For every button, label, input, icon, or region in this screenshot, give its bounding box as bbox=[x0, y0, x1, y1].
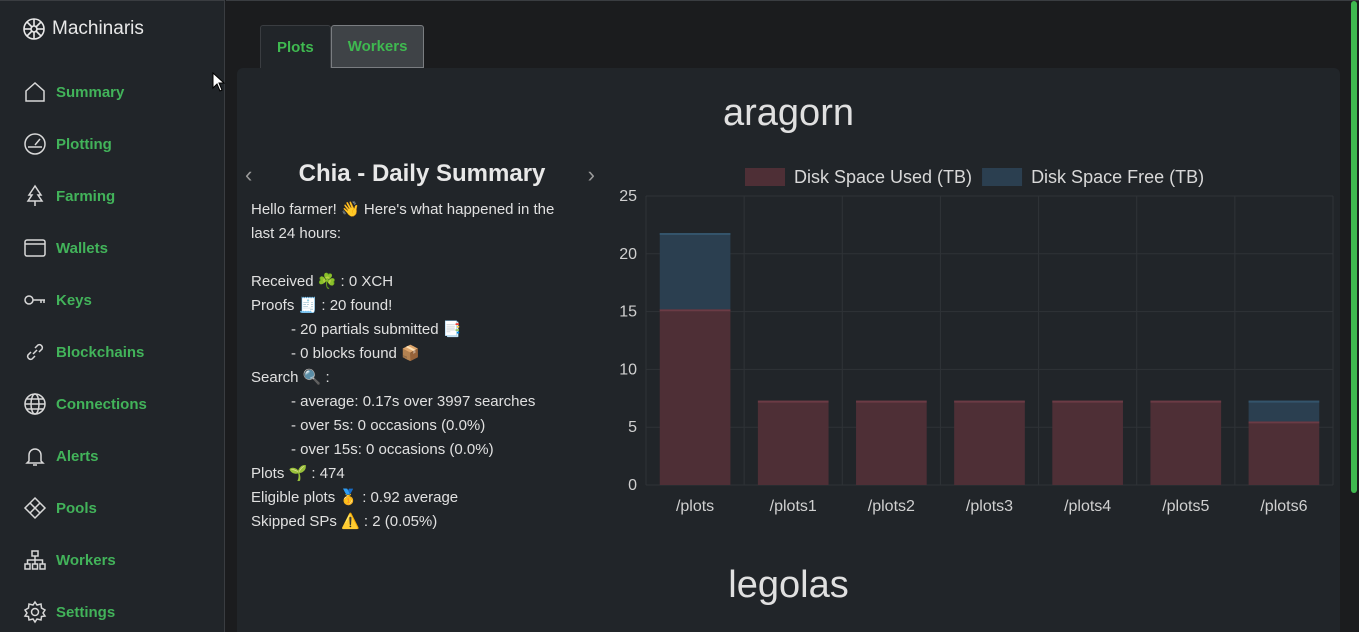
y-tick-label: 25 bbox=[619, 188, 637, 205]
summary-proofs: Proofs 🧾 : 20 found! bbox=[251, 297, 393, 314]
sidebar: Machinaris Summary Plotting Farming Wall… bbox=[0, 0, 225, 632]
sidebar-item-label: Workers bbox=[56, 551, 116, 569]
chevron-right-icon[interactable]: › bbox=[588, 162, 595, 188]
worker-card: aragorn ‹ Chia - Daily Summary › Hello f… bbox=[237, 68, 1340, 632]
legend-swatch bbox=[982, 168, 1023, 186]
x-tick-label: /plots2 bbox=[868, 498, 915, 515]
legend-label: Disk Space Used (TB) bbox=[794, 167, 972, 187]
app-title: Machinaris bbox=[52, 18, 144, 39]
summary-search-over15: - over 15s: 0 occasions (0.0%) bbox=[291, 441, 494, 458]
summary-eligible: Eligible plots 🥇 : 0.92 average bbox=[251, 489, 459, 506]
bar-used bbox=[856, 400, 927, 485]
tab-workers[interactable]: Workers bbox=[330, 25, 425, 68]
bar-used bbox=[954, 400, 1025, 485]
bar-used bbox=[757, 400, 829, 485]
sidebar-item-label: Blockchains bbox=[56, 343, 145, 361]
summary-search: Search 🔍 : bbox=[251, 369, 330, 386]
sidebar-item-farming[interactable]: Farming bbox=[22, 181, 115, 211]
bell-icon bbox=[22, 443, 48, 469]
summary-search-over5: - over 5s: 0 occasions (0.0%) bbox=[291, 417, 486, 434]
bar-used bbox=[1248, 421, 1320, 485]
sidebar-item-label: Plotting bbox=[56, 135, 112, 153]
diamond-icon bbox=[22, 495, 48, 521]
x-tick-label: /plots bbox=[676, 498, 714, 515]
diagram-icon bbox=[22, 547, 48, 573]
summary-received: Received ☘️ : 0 XCH bbox=[251, 273, 394, 290]
tree-icon bbox=[22, 183, 48, 209]
chevron-left-icon[interactable]: ‹ bbox=[245, 162, 252, 188]
wallet-icon bbox=[22, 235, 48, 261]
speedometer-icon bbox=[22, 131, 48, 157]
summary-header: ‹ Chia - Daily Summary › bbox=[237, 156, 607, 192]
gear-icon bbox=[22, 599, 48, 625]
summary-title: Chia - Daily Summary bbox=[298, 160, 546, 187]
key-icon bbox=[22, 287, 48, 313]
legend-label: Disk Space Free (TB) bbox=[1031, 167, 1204, 187]
sidebar-item-label: Settings bbox=[56, 603, 116, 621]
app-root: Machinaris Summary Plotting Farming Wall… bbox=[0, 0, 1359, 632]
bar-free bbox=[1248, 400, 1320, 422]
daily-summary: ‹ Chia - Daily Summary › Hello farmer! 👋… bbox=[237, 156, 607, 530]
disk-space-chart-svg: 0 5 10 15 20 25/plots/plots1/plots2/plots3/pl… bbox=[619, 167, 1334, 515]
sidebar-item-alerts[interactable]: Alerts bbox=[22, 441, 99, 471]
bar-used bbox=[659, 309, 731, 485]
x-tick-label: /plots6 bbox=[1260, 498, 1307, 515]
sidebar-item-label: Summary bbox=[56, 83, 125, 101]
x-tick-label: /plots4 bbox=[1064, 498, 1111, 515]
sidebar-item-label: Wallets bbox=[56, 239, 108, 257]
sidebar-item-label: Keys bbox=[56, 291, 92, 309]
tab-bar: Plots Workers bbox=[260, 25, 425, 68]
bar-used bbox=[1052, 400, 1123, 485]
sidebar-item-wallets[interactable]: Wallets bbox=[22, 233, 108, 263]
worker-name-legolas: legolas bbox=[728, 564, 849, 606]
sidebar-item-label: Farming bbox=[56, 187, 116, 205]
x-tick-label: /plots3 bbox=[966, 498, 1013, 515]
sidebar-item-label: Connections bbox=[56, 395, 147, 413]
y-tick-label: 20 bbox=[619, 246, 637, 263]
bar-used bbox=[1150, 400, 1222, 485]
sidebar-item-plotting[interactable]: Plotting bbox=[22, 129, 112, 159]
sidebar-item-settings[interactable]: Settings bbox=[22, 597, 115, 627]
summary-greeting: Hello farmer! 👋 Here's what happened in … bbox=[251, 201, 555, 218]
summary-plots: Plots 🌱 : 474 bbox=[251, 465, 345, 482]
scrollbar[interactable] bbox=[1351, 1, 1357, 493]
main-content: Plots Workers aragorn ‹ Chia - Daily Sum… bbox=[226, 0, 1359, 632]
y-tick-label: 15 bbox=[619, 304, 637, 321]
summary-body: Hello farmer! 👋 Here's what happened in … bbox=[251, 198, 591, 534]
sidebar-item-pools[interactable]: Pools bbox=[22, 493, 97, 523]
worker-name-aragorn: aragorn bbox=[723, 92, 854, 134]
summary-search-average: - average: 0.17s over 3997 searches bbox=[291, 393, 536, 410]
sidebar-item-workers[interactable]: Workers bbox=[22, 545, 116, 575]
y-tick-label: 5 bbox=[628, 419, 637, 436]
globe-icon bbox=[22, 391, 48, 417]
summary-greeting-cont: last 24 hours: bbox=[251, 225, 342, 242]
x-tick-label: /plots5 bbox=[1162, 498, 1209, 515]
summary-partials: - 20 partials submitted 📑 bbox=[291, 321, 462, 338]
brand[interactable]: Machinaris bbox=[22, 17, 144, 41]
y-tick-label: 10 bbox=[619, 361, 637, 378]
link-icon bbox=[22, 339, 48, 365]
sidebar-item-label: Alerts bbox=[56, 447, 99, 465]
sidebar-item-blockchains[interactable]: Blockchains bbox=[22, 337, 144, 367]
summary-blocks: - 0 blocks found 📦 bbox=[291, 345, 420, 362]
bar-free bbox=[659, 232, 731, 310]
y-tick-label: 0 bbox=[628, 477, 637, 494]
x-tick-label: /plots1 bbox=[770, 498, 817, 515]
machinaris-logo-icon bbox=[22, 17, 46, 41]
sidebar-item-summary[interactable]: Summary bbox=[22, 77, 124, 107]
summary-skipped: Skipped SPs ⚠️ : 2 (0.05%) bbox=[251, 513, 438, 530]
disk-space-chart: 0 5 10 15 20 25/plots/plots1/plots2/plots3/pl… bbox=[607, 156, 1337, 526]
house-icon bbox=[22, 79, 48, 105]
legend-swatch bbox=[745, 168, 785, 186]
sidebar-item-connections[interactable]: Connections bbox=[22, 389, 147, 419]
tab-plots[interactable]: Plots bbox=[260, 25, 331, 68]
sidebar-item-keys[interactable]: Keys bbox=[22, 285, 92, 315]
mouse-cursor-icon bbox=[212, 71, 226, 97]
sidebar-item-label: Pools bbox=[56, 499, 97, 517]
